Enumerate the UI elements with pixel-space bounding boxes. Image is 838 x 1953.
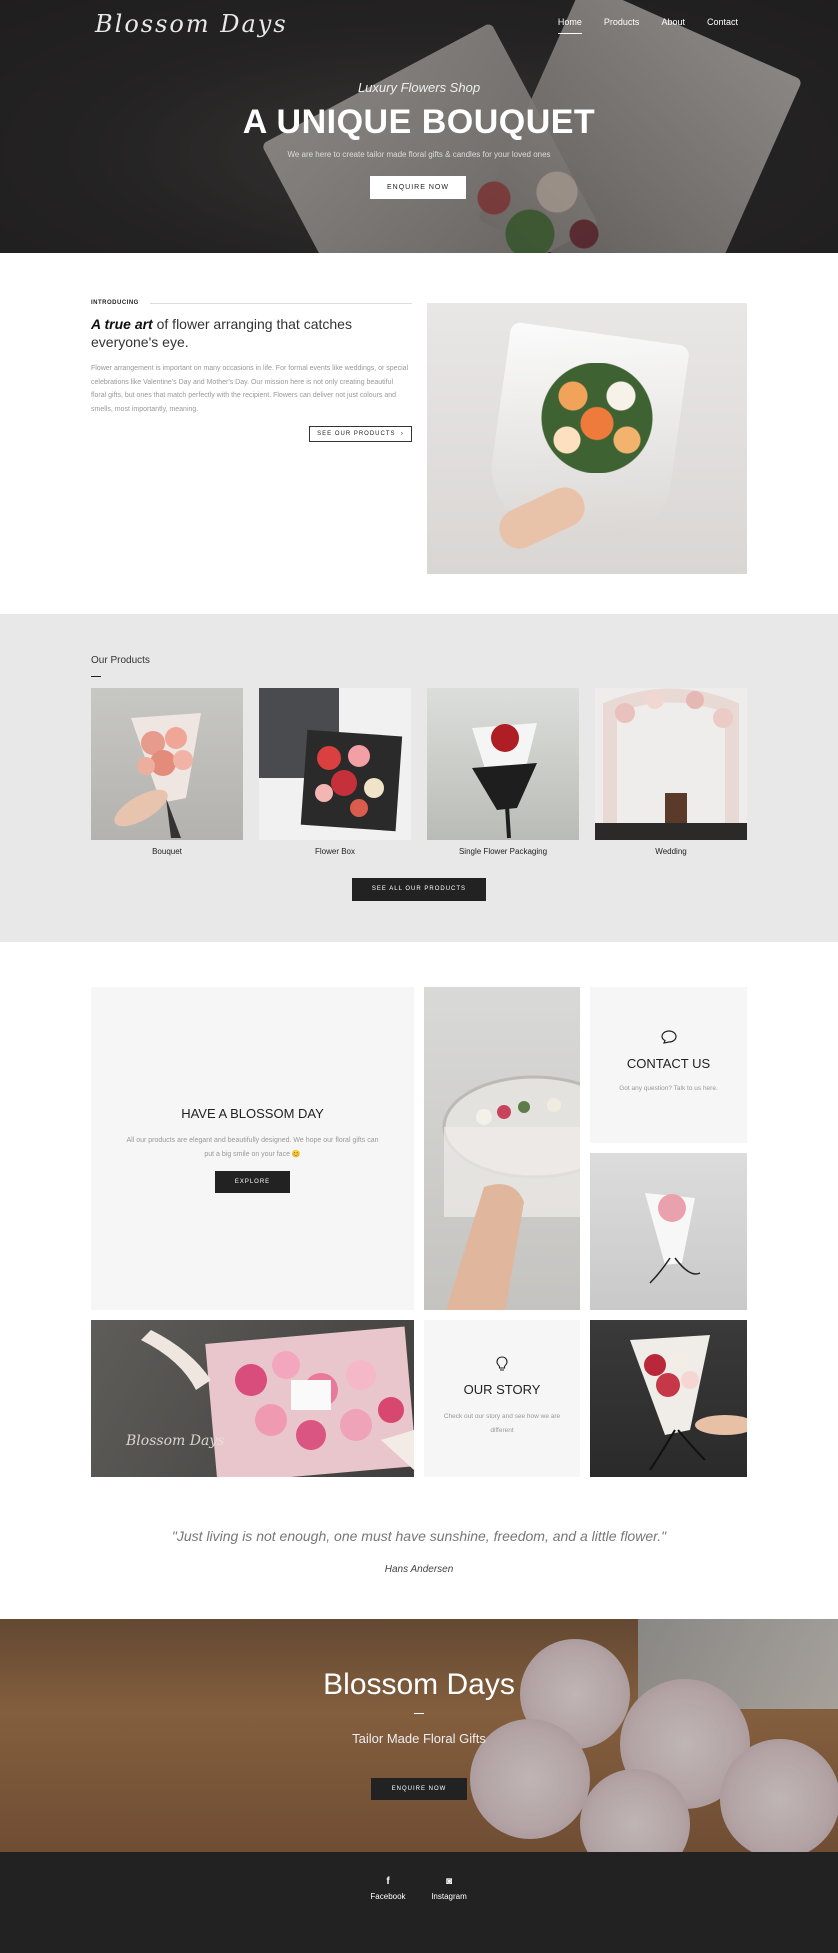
divider bbox=[414, 1713, 424, 1714]
banner-subtitle: Tailor Made Floral Gifts bbox=[352, 1731, 486, 1746]
divider bbox=[150, 303, 412, 304]
blossom-day-text: All our products are elegant and beautif… bbox=[126, 1137, 379, 1158]
product-image-flower-box[interactable] bbox=[259, 688, 411, 840]
facebook-icon: f bbox=[386, 1876, 390, 1887]
bouquet-image bbox=[590, 1320, 747, 1477]
site-logo[interactable]: Blossom Days bbox=[95, 10, 288, 38]
contact-us-title[interactable]: CONTACT US bbox=[590, 1056, 747, 1071]
see-our-products-label: SEE OUR PRODUCTS bbox=[317, 431, 396, 437]
banner-enquire-now-button[interactable]: ENQUIRE NOW bbox=[371, 1778, 467, 1800]
our-story-text: Check out our story and see how we are d… bbox=[443, 1413, 561, 1434]
hero-section: Blossom Days Home Products About Contact… bbox=[0, 0, 838, 253]
product-label-bouquet[interactable]: Bouquet bbox=[91, 847, 243, 856]
instagram-link[interactable]: ◙ Instagram bbox=[419, 1876, 479, 1901]
flower-box-image: Blossom Days bbox=[91, 1320, 414, 1477]
lightbulb-icon bbox=[424, 1356, 580, 1375]
bouquet-hand-image bbox=[427, 303, 747, 574]
candle-image bbox=[424, 987, 580, 1310]
hero-title: A UNIQUE BOUQUET bbox=[242, 103, 596, 141]
nav-home[interactable]: Home bbox=[557, 17, 582, 34]
product-image-bouquet[interactable] bbox=[91, 688, 243, 840]
intro-heading-emphasis: A true art bbox=[91, 316, 153, 332]
divider bbox=[91, 676, 101, 677]
intro-label: INTRODUCING bbox=[91, 300, 139, 306]
intro-body: Flower arrangement is important on many … bbox=[91, 365, 409, 413]
banner-title: Blossom Days bbox=[323, 1668, 515, 1701]
nav-about[interactable]: About bbox=[661, 17, 685, 34]
facebook-label: Facebook bbox=[370, 1892, 406, 1901]
footer bbox=[0, 1852, 838, 1953]
quote-author: Hans Andersen bbox=[384, 1564, 454, 1575]
instagram-label: Instagram bbox=[431, 1892, 467, 1901]
see-all-products-button[interactable]: SEE ALL OUR PRODUCTS bbox=[352, 878, 486, 901]
box-watermark: Blossom Days bbox=[126, 1433, 225, 1449]
single-rose-image bbox=[590, 1153, 747, 1310]
hero-text: We are here to create tailor made floral… bbox=[287, 150, 551, 159]
quote-text: "Just living is not enough, one must hav… bbox=[171, 1528, 667, 1544]
speech-bubble-icon bbox=[590, 1030, 747, 1047]
contact-us-text: Got any question? Talk to us here. bbox=[619, 1085, 718, 1092]
product-image-single-flower[interactable] bbox=[427, 688, 579, 840]
intro-heading: A true art of flower arranging that catc… bbox=[91, 315, 421, 351]
hero-subtitle: Luxury Flowers Shop bbox=[357, 80, 481, 95]
product-label-single-flower[interactable]: Single Flower Packaging bbox=[427, 847, 579, 856]
main-nav: Home Products About Contact bbox=[557, 17, 738, 34]
facebook-link[interactable]: f Facebook bbox=[358, 1876, 418, 1901]
blossom-day-title: HAVE A BLOSSOM DAY bbox=[181, 1106, 324, 1121]
product-label-flower-box[interactable]: Flower Box bbox=[259, 847, 411, 856]
instagram-icon: ◙ bbox=[445, 1876, 453, 1887]
explore-button[interactable]: EXPLORE bbox=[215, 1171, 290, 1193]
product-label-wedding[interactable]: Wedding bbox=[595, 847, 747, 856]
see-our-products-button[interactable]: SEE OUR PRODUCTS › bbox=[309, 426, 412, 442]
chevron-right-icon: › bbox=[400, 431, 404, 437]
smile-emoji-icon: 😊 bbox=[291, 1150, 301, 1158]
nav-products[interactable]: Products bbox=[604, 17, 640, 34]
product-image-wedding[interactable] bbox=[595, 688, 747, 840]
enquire-now-button[interactable]: ENQUIRE NOW bbox=[370, 176, 466, 199]
nav-contact[interactable]: Contact bbox=[707, 17, 738, 34]
our-story-tile[interactable] bbox=[424, 1320, 580, 1477]
products-title: Our Products bbox=[91, 655, 150, 666]
our-story-title[interactable]: OUR STORY bbox=[424, 1382, 580, 1397]
